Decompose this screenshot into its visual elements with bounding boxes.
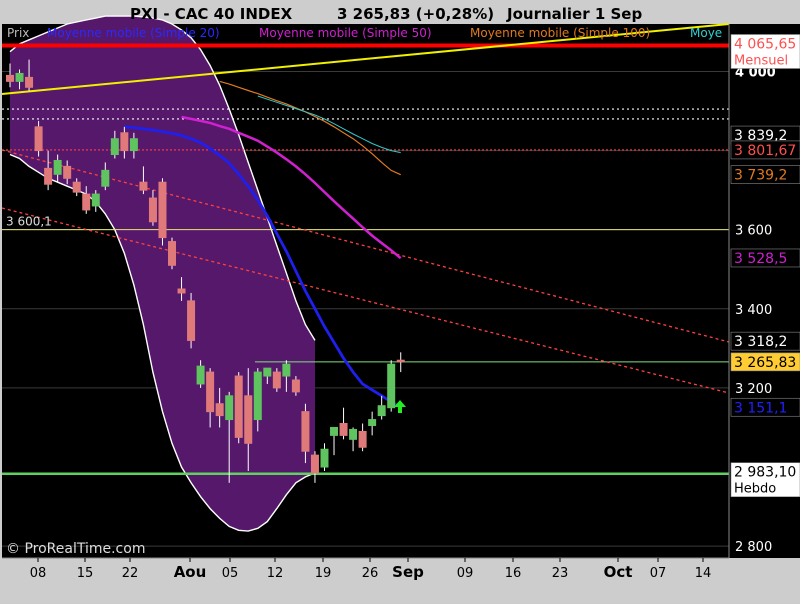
price-label-text: 3 739,2: [734, 168, 787, 184]
x-tick-label: Oct: [604, 563, 633, 581]
candle-body: [301, 411, 310, 452]
candle-body: [44, 167, 53, 185]
x-tick-label: 19: [315, 566, 332, 581]
x-tick-label: 23: [552, 566, 569, 581]
price-label-text: 3 151,1: [734, 400, 787, 416]
candle-body: [187, 300, 196, 341]
candle-body: [6, 74, 14, 82]
candle-body: [291, 379, 300, 393]
candle-body: [253, 371, 262, 421]
y-tick-label: 3 200: [735, 382, 772, 397]
candle-body: [120, 132, 129, 152]
candle-body: [139, 181, 148, 191]
x-tick-label: 14: [695, 566, 712, 581]
x-tick-label: Sep: [392, 563, 424, 581]
stock-chart: PXI - CAC 40 INDEX 3 265,83 (+0,28%) Jou…: [0, 0, 800, 600]
candle-body: [377, 405, 386, 417]
x-tick-label: 05: [222, 566, 239, 581]
candle-body: [272, 371, 281, 389]
x-tick-label: 26: [362, 566, 379, 581]
candle-body: [396, 359, 405, 363]
y-tick-label: 2 800: [735, 540, 772, 555]
candle-body: [310, 454, 319, 474]
candle-body: [215, 403, 224, 417]
candle-body: [387, 363, 396, 409]
candle-body: [330, 426, 339, 436]
price-label-text: 2 983,10: [734, 465, 796, 481]
candle-body: [225, 395, 234, 421]
legend-ma20: Moyenne mobile (Simple 20): [47, 26, 220, 40]
x-tick-label: 16: [505, 566, 522, 581]
candle-body: [206, 371, 215, 413]
legend-ma-extra: Moye: [690, 26, 722, 40]
price-label-sub: Mensuel: [734, 53, 788, 68]
x-tick-label: 15: [77, 566, 94, 581]
candle-body: [91, 193, 100, 207]
candle-body: [263, 367, 272, 377]
candle-body: [368, 419, 377, 426]
candle-body: [244, 395, 253, 444]
price-label-text: 4 065,65: [734, 36, 796, 52]
chart-header-quote: 3 265,83 (+0,28%): [337, 5, 494, 23]
candle-body: [101, 169, 110, 187]
candle-body: [110, 138, 119, 156]
x-tick-label: 12: [267, 566, 284, 581]
price-label-text: 3 265,83: [734, 355, 796, 371]
annotation-label: 3 600,1: [6, 215, 52, 229]
candle-body: [34, 126, 43, 152]
candle-body: [129, 138, 138, 152]
candle-body: [349, 428, 358, 440]
watermark: © ProRealTime.com: [6, 541, 145, 557]
price-label-text: 3 318,2: [734, 334, 787, 350]
candle-body: [168, 241, 177, 266]
candle-body: [15, 72, 24, 82]
candle-body: [234, 375, 243, 438]
candle-body: [177, 288, 186, 294]
candle-body: [72, 181, 81, 193]
chart-header-period: Journalier 1 Sep: [506, 5, 642, 23]
candle-body: [282, 363, 291, 377]
candle-body: [158, 181, 167, 239]
x-tick-label: Aou: [174, 563, 207, 581]
candle-body: [358, 430, 367, 448]
x-tick-label: 07: [650, 566, 667, 581]
y-tick-label: 3 400: [735, 303, 772, 318]
legend: Prix Moyenne mobile (Simple 20) Moyenne …: [7, 26, 722, 40]
candle-body: [63, 165, 72, 179]
candle-body: [25, 76, 34, 88]
legend-ma50: Moyenne mobile (Simple 50): [259, 26, 432, 40]
candle-body: [339, 423, 348, 436]
price-label-sub: Hebdo: [734, 482, 776, 497]
candle-body: [53, 159, 62, 175]
legend-ma100: Moyenne mobile (Simple 100): [470, 26, 650, 40]
candle-body: [82, 193, 91, 211]
price-label-text: 3 801,67: [734, 143, 796, 159]
price-label-text: 3 528,5: [734, 251, 787, 267]
x-tick-label: 09: [457, 566, 474, 581]
chart-root: PXI - CAC 40 INDEX 3 265,83 (+0,28%) Jou…: [0, 0, 800, 600]
chart-header-instrument: PXI - CAC 40 INDEX: [130, 5, 293, 23]
candle-body: [148, 197, 157, 223]
legend-prix: Prix: [7, 26, 29, 40]
candle-body: [196, 365, 205, 385]
x-tick-label: 08: [30, 566, 47, 581]
x-tick-label: 22: [122, 566, 139, 581]
y-tick-label: 3 600: [735, 224, 772, 239]
candle-body: [320, 448, 329, 468]
